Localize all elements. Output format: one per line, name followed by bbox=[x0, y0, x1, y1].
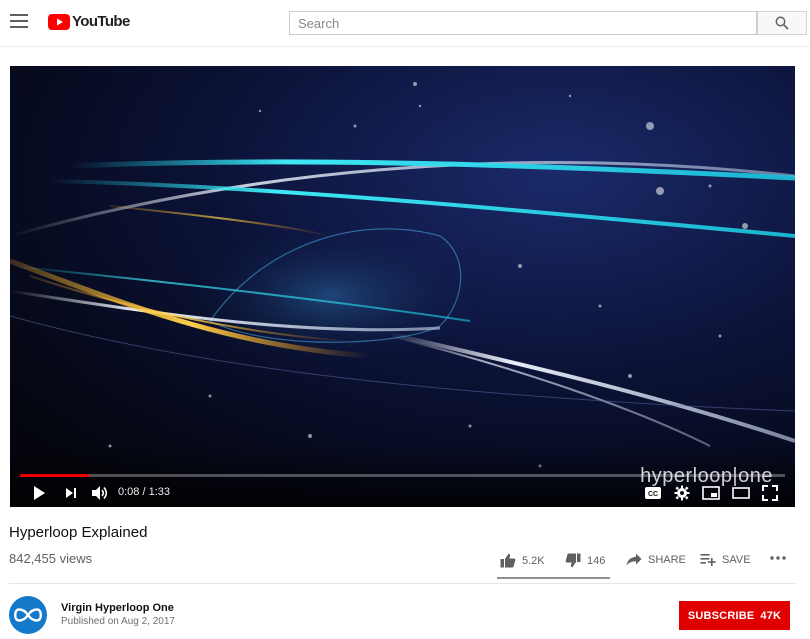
more-horizontal-icon bbox=[770, 556, 786, 560]
like-dislike-ratio-bar bbox=[497, 577, 610, 579]
next-button[interactable] bbox=[62, 484, 80, 502]
youtube-play-logo-icon bbox=[48, 13, 70, 30]
dislike-button[interactable]: 146 bbox=[565, 553, 605, 568]
closed-captions-icon: CC bbox=[645, 487, 661, 499]
more-actions-button[interactable] bbox=[770, 555, 786, 561]
like-count: 5.2K bbox=[522, 554, 545, 567]
channel-avatar[interactable] bbox=[9, 596, 47, 634]
video-frame bbox=[10, 66, 795, 507]
play-icon bbox=[34, 486, 45, 500]
theater-mode-icon bbox=[732, 487, 750, 499]
time-display: 0:08 / 1:33 bbox=[118, 486, 170, 498]
thumbs-up-icon bbox=[500, 553, 516, 568]
volume-icon bbox=[92, 486, 108, 500]
skip-next-icon bbox=[66, 488, 76, 498]
channel-name[interactable]: Virgin Hyperloop One bbox=[61, 602, 174, 614]
share-button[interactable]: SHARE bbox=[626, 553, 686, 566]
svg-text:CC: CC bbox=[648, 491, 658, 498]
miniplayer-icon bbox=[702, 486, 720, 500]
fullscreen-icon bbox=[762, 485, 778, 501]
share-label: SHARE bbox=[648, 553, 686, 566]
progress-bar[interactable] bbox=[20, 474, 785, 477]
video-title: Hyperloop Explained bbox=[9, 524, 148, 541]
thumbs-down-icon bbox=[565, 553, 581, 568]
captions-button[interactable]: CC bbox=[643, 484, 663, 502]
publish-date: Published on Aug 2, 2017 bbox=[61, 616, 175, 627]
infinity-logo-icon bbox=[14, 608, 42, 622]
search-input[interactable] bbox=[289, 11, 757, 35]
fullscreen-button[interactable] bbox=[760, 484, 780, 502]
search-button[interactable] bbox=[757, 11, 807, 35]
save-label: SAVE bbox=[722, 553, 751, 566]
youtube-logo[interactable]: YouTube bbox=[48, 13, 130, 30]
divider bbox=[9, 583, 795, 584]
miniplayer-button[interactable] bbox=[700, 484, 722, 502]
theater-mode-button[interactable] bbox=[730, 484, 752, 502]
mute-button[interactable] bbox=[89, 484, 111, 502]
share-arrow-icon bbox=[626, 553, 642, 566]
progress-bar-played bbox=[20, 474, 89, 477]
subscribe-button[interactable]: SUBSCRIBE 47K bbox=[679, 601, 790, 630]
masthead: YouTube bbox=[0, 0, 810, 47]
logo-text: YouTube bbox=[72, 13, 130, 30]
like-button[interactable]: 5.2K bbox=[500, 553, 545, 568]
play-button[interactable] bbox=[30, 484, 48, 502]
gear-icon bbox=[674, 485, 690, 501]
save-button[interactable]: SAVE bbox=[700, 553, 751, 566]
search-icon bbox=[775, 16, 789, 30]
settings-button[interactable] bbox=[672, 484, 692, 502]
view-count: 842,455 views bbox=[9, 551, 93, 566]
hamburger-menu-icon[interactable] bbox=[10, 14, 28, 28]
dislike-count: 146 bbox=[587, 554, 606, 567]
playlist-add-icon bbox=[700, 554, 716, 566]
subscribe-label: SUBSCRIBE bbox=[687, 609, 755, 622]
subscriber-count: 47K bbox=[760, 609, 782, 622]
video-player[interactable]: hyperloop|one 0:08 / 1:33 CC bbox=[10, 66, 795, 507]
